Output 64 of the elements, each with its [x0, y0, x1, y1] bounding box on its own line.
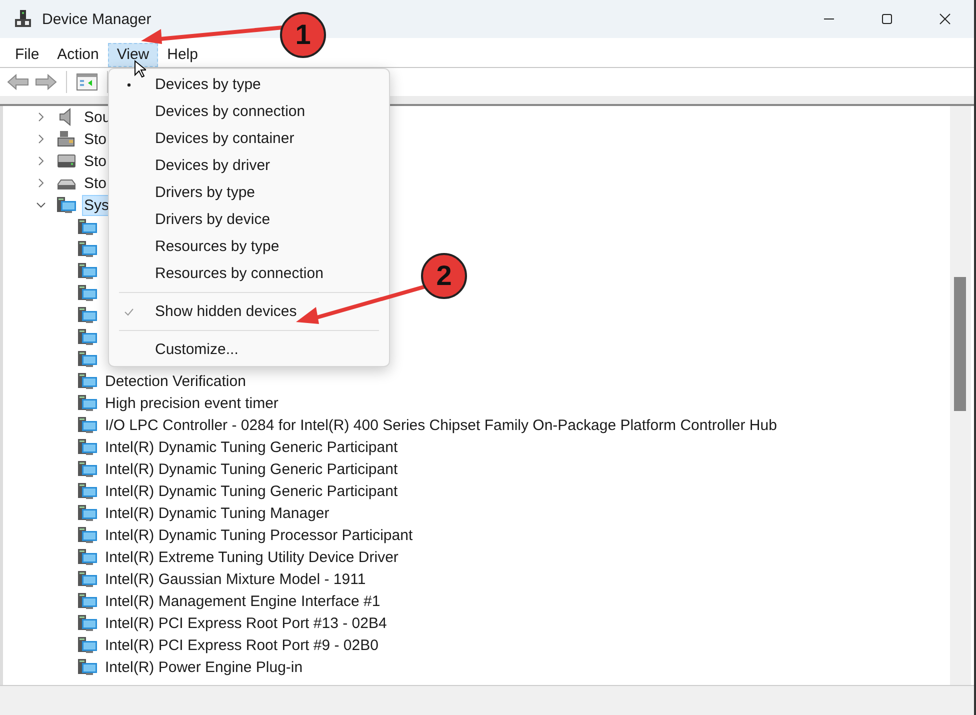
menu-option[interactable]: Show hidden devices: [109, 298, 389, 325]
tree-item[interactable]: Intel(R) Management Engine Interface #1: [103, 590, 382, 612]
menu-option[interactable]: Resources by connection: [109, 260, 389, 287]
system-device-icon: [78, 504, 97, 522]
menu-option[interactable]: Devices by type: [109, 71, 389, 98]
callout-number: 1: [280, 12, 326, 58]
system-device-icon: [78, 416, 97, 434]
system-device-icon: [78, 460, 97, 478]
menu-option[interactable]: Devices by container: [109, 125, 389, 152]
menu-option[interactable]: Devices by connection: [109, 98, 389, 125]
tree-item[interactable]: Intel(R) PCI Express Root Port #13 - 02B4: [103, 612, 389, 634]
back-arrow-icon: [7, 73, 29, 91]
menu-option[interactable]: Resources by type: [109, 233, 389, 260]
tree-item[interactable]: Intel(R) Dynamic Tuning Manager: [103, 502, 332, 524]
tree-item[interactable]: Intel(R) Dynamic Tuning Generic Participant: [103, 458, 400, 480]
expand-chevron-icon[interactable]: [36, 178, 46, 188]
system-device-icon: [78, 482, 97, 500]
scrollbar[interactable]: [950, 106, 971, 685]
expand-chevron-icon[interactable]: [36, 112, 46, 122]
tree-item[interactable]: Intel(R) Dynamic Tuning Processor Participant: [103, 524, 415, 546]
menu-option[interactable]: Drivers by device: [109, 206, 389, 233]
system-device-icon: [78, 614, 97, 632]
window-title: Device Manager: [42, 10, 152, 28]
tree-item[interactable]: Intel(R) Extreme Tuning Utility Device Driver: [103, 546, 400, 568]
scrollbar-thumb[interactable]: [954, 277, 966, 411]
disk-drive-icon: [57, 152, 76, 170]
storage-controller-icon: [57, 130, 76, 148]
tree-item[interactable]: Intel(R) PCI Express Root Port #9 - 02B0: [103, 634, 380, 656]
system-device-icon: [78, 592, 97, 610]
menu-option[interactable]: Devices by driver: [109, 152, 389, 179]
tree-item[interactable]: I/O LPC Controller - 0284 for Intel(R) 400 Series Chipset Family On-Package Platform Controller Hub: [103, 414, 779, 436]
system-device-icon: [78, 526, 97, 544]
menu-item[interactable]: File: [6, 42, 48, 66]
system-device-icon: [78, 394, 97, 412]
callout-number: 2: [421, 253, 467, 299]
tree-item[interactable]: Sto: [82, 128, 109, 150]
maximize-icon: [881, 13, 893, 25]
computer-icon: [57, 196, 76, 214]
system-device-icon: [78, 372, 97, 390]
window-pane-icon: [76, 73, 98, 91]
system-device-icon: [78, 570, 97, 588]
system-device-icon: [78, 548, 97, 566]
tree-item[interactable]: Detection Verification: [103, 370, 248, 392]
system-device-icon: [78, 658, 97, 676]
close-icon: [939, 13, 951, 25]
tree-item[interactable]: Intel(R) Dynamic Tuning Generic Participant: [103, 436, 400, 458]
system-device-icon: [78, 636, 97, 654]
system-device-icon: [78, 438, 97, 456]
tree-item[interactable]: Intel(R) Gaussian Mixture Model - 1911: [103, 568, 368, 590]
device-manager-icon: [14, 10, 32, 28]
tree-item[interactable]: Intel(R) Dynamic Tuning Generic Participant: [103, 480, 400, 502]
menu-option[interactable]: Drivers by type: [109, 179, 389, 206]
menu-item[interactable]: Action: [48, 42, 108, 66]
collapse-chevron-icon[interactable]: [36, 200, 46, 210]
menu-item[interactable]: View: [108, 42, 158, 66]
expand-chevron-icon[interactable]: [36, 134, 46, 144]
tree-item[interactable]: Intel(R) Power Engine Plug-in: [103, 656, 305, 678]
forward-arrow-icon: [35, 73, 57, 91]
tree-item[interactable]: Sto: [82, 150, 109, 172]
expand-chevron-icon[interactable]: [36, 156, 46, 166]
tree-item[interactable]: Sto: [82, 172, 109, 194]
tree-item[interactable]: High precision event timer: [103, 392, 280, 414]
menu-item[interactable]: Help: [158, 42, 207, 66]
menu-option[interactable]: Customize...: [109, 336, 389, 363]
